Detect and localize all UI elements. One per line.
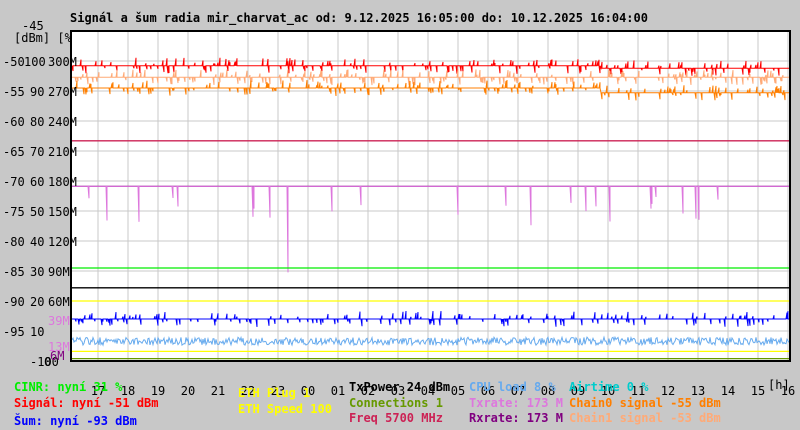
y-tick-dbm: -90 (3, 295, 25, 309)
y-tick-pct: 60 (30, 175, 45, 189)
legend-rxrate: Rxrate: 173 M (469, 411, 563, 425)
y-tick-pct: 50 (30, 205, 45, 219)
y-tick-pct: 90 (30, 85, 45, 99)
legend-noise: Šum: nyní -93 dBm (14, 414, 137, 428)
y-tick-rate: 90M (48, 265, 70, 279)
y-tick-pct: 80 (30, 115, 45, 129)
legend-cinr: CINR: nyní 31 % (14, 380, 123, 394)
y-tick-pct: 30 (30, 265, 45, 279)
x-tick-label: 21 (210, 384, 226, 398)
y-tick-dbm: -70 (3, 175, 25, 189)
legend-connections: Connections 1 (349, 396, 443, 410)
y-tick-pct: 70 (30, 145, 45, 159)
chart-window: Signál a šum radia mir_charvat_ac od: 9.… (0, 0, 800, 430)
legend-txpower: TxPower 24 dBm (349, 380, 451, 394)
plot-area (70, 30, 791, 362)
legend-signal: Signál: nyní -51 dBm (14, 396, 159, 410)
rate-label-rx: 6M (50, 349, 65, 363)
y-tick-dbm: -50 (3, 55, 25, 69)
legend-txrate: Txrate: 173 M (469, 396, 563, 410)
y-tick-pct: 20 (30, 295, 45, 309)
hour-unit: [h] (768, 378, 790, 392)
y-tick-dbm: -55 (3, 85, 25, 99)
y-tick-dbm: -65 (3, 145, 25, 159)
y-tick-dbm: -75 (3, 205, 25, 219)
y-tick-rate: 300M (48, 55, 77, 69)
y-tick-pct: 100 (24, 55, 46, 69)
y-tick-rate: 270M (48, 85, 77, 99)
y-tick-dbm: -85 (3, 265, 25, 279)
y-tick-rate: 210M (48, 145, 77, 159)
legend-chain1: Chain1 signal -53 dBm (569, 411, 721, 425)
legend-chain0: Chain0 signal -55 dBm (569, 396, 721, 410)
y-tick-dbm: -80 (3, 235, 25, 249)
legend-eth-speed: ETH Speed 100 (238, 402, 332, 416)
x-tick-label: 20 (180, 384, 196, 398)
legend-cpu: CPU load 8 % (469, 380, 556, 394)
legend-eth-plug: ETH Plug 1 (238, 386, 311, 400)
y-tick-dbm: -45 (22, 19, 44, 33)
y-tick-rate: 240M (48, 115, 77, 129)
y-tick-rate: 60M (48, 295, 70, 309)
y-tick-rate: 150M (48, 205, 77, 219)
legend-airtime: Airtime 0 % (569, 380, 649, 394)
y-tick-pct: 10 (30, 325, 45, 339)
y-tick-pct: 40 (30, 235, 45, 249)
rate-label-txrate: 39M (48, 314, 70, 328)
y-tick-rate: 180M (48, 175, 77, 189)
y-tick-dbm: -95 (3, 325, 25, 339)
y-tick-rate: 120M (48, 235, 77, 249)
legend-freq: Freq 5700 MHz (349, 411, 443, 425)
y-tick-dbm: -60 (3, 115, 25, 129)
